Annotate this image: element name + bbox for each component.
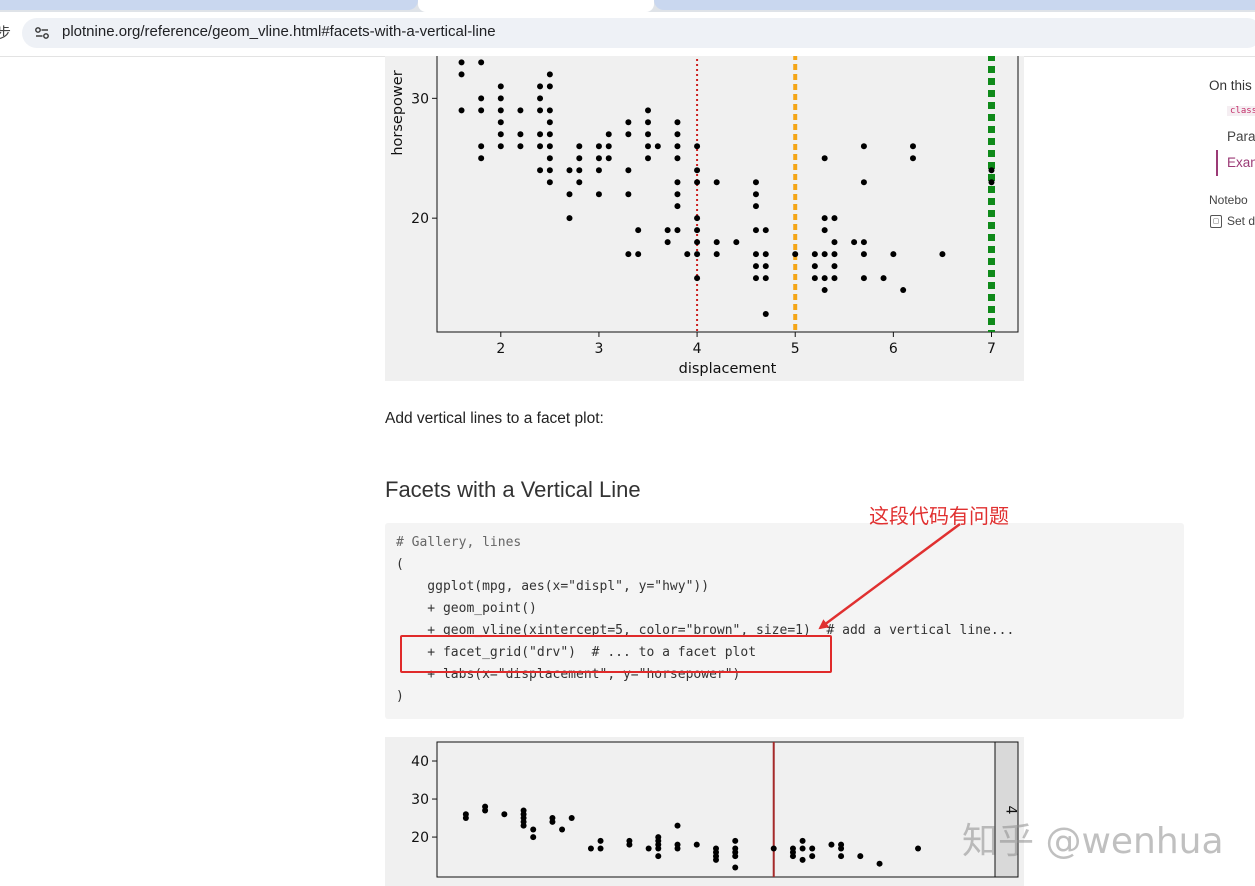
data-point [799, 856, 806, 863]
data-point [568, 815, 575, 822]
toc-notebook-label: Notebo [1209, 193, 1248, 207]
toc-item-examples[interactable]: Exan [1227, 155, 1255, 170]
data-point [838, 845, 845, 852]
data-point [597, 845, 604, 852]
data-point [915, 845, 922, 852]
watermark: 知乎 @wenhua [962, 821, 1224, 862]
y-tick-label: 20 [411, 830, 429, 846]
data-point [732, 853, 739, 860]
data-point [645, 845, 652, 852]
data-point [838, 853, 845, 860]
data-point [559, 826, 566, 833]
data-point [713, 856, 719, 863]
data-point [462, 815, 469, 822]
data-point [828, 841, 835, 848]
data-point [655, 845, 662, 852]
data-point [693, 841, 700, 848]
data-point [809, 853, 816, 860]
data-point [587, 845, 594, 852]
toc-item-parameters[interactable]: Para [1227, 129, 1255, 144]
data-point [674, 845, 681, 852]
toc-title: On this [1209, 78, 1252, 93]
data-point [789, 853, 796, 860]
data-point [732, 837, 739, 844]
data-point [809, 845, 816, 852]
data-point [520, 822, 527, 829]
data-point [549, 818, 556, 825]
data-point [732, 864, 739, 871]
scatter-chart-2: 2030404 [411, 741, 1019, 878]
toc-set-link[interactable]: Set d [1227, 214, 1255, 228]
data-point [857, 853, 864, 860]
data-point [597, 837, 604, 844]
y-tick-label: 40 [411, 754, 429, 770]
data-point [655, 853, 662, 860]
data-point [530, 834, 537, 841]
data-point [770, 845, 777, 852]
data-point [530, 826, 537, 833]
toc-active-indicator [1216, 150, 1218, 176]
y-tick-label: 30 [411, 792, 429, 808]
data-point [482, 807, 489, 814]
data-point [799, 837, 806, 844]
plot-figure-2: 20 30 40 4 [385, 737, 1024, 886]
data-point [799, 845, 806, 852]
data-point [626, 841, 633, 848]
data-point [876, 860, 883, 867]
data-point [501, 811, 508, 818]
data-point [674, 822, 681, 829]
toc-item-class[interactable]: class [1227, 106, 1255, 116]
notebook-icon: ▢ [1210, 215, 1222, 228]
